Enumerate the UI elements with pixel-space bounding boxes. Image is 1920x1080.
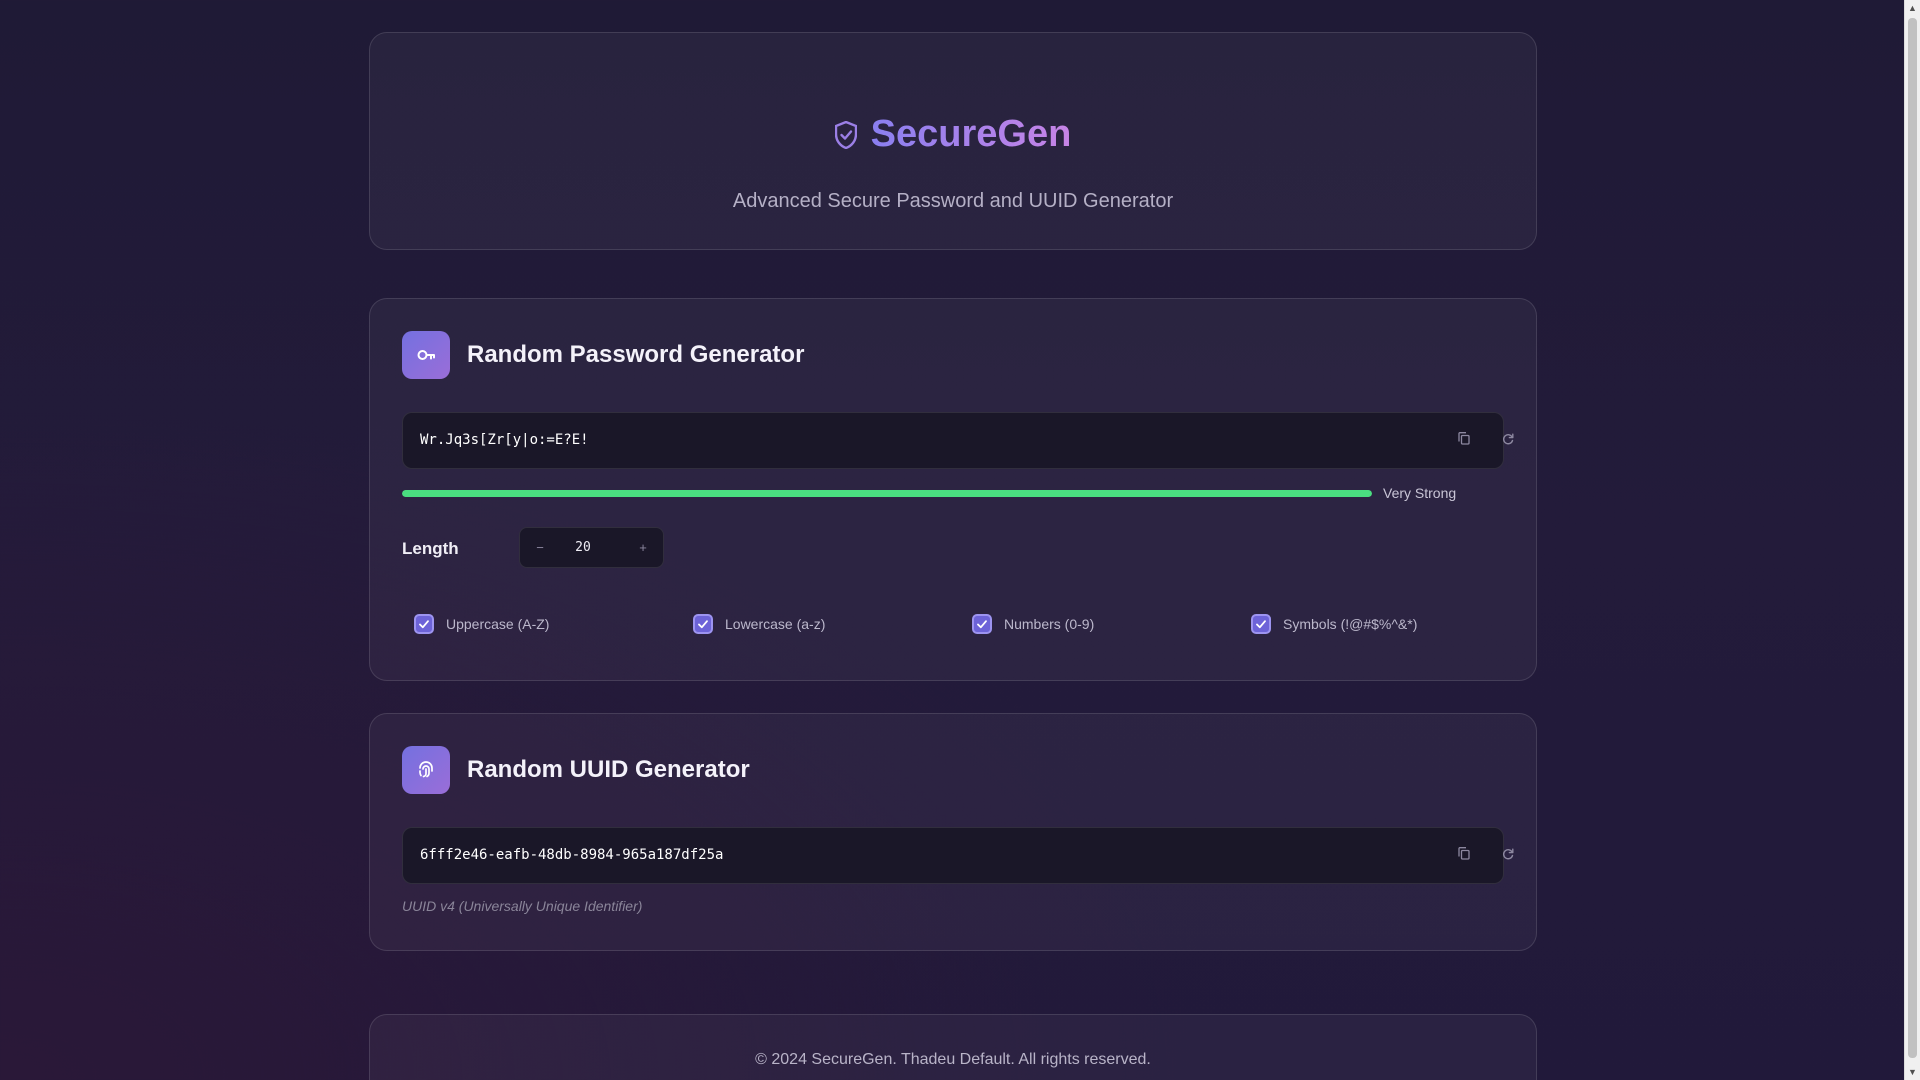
password-section-title: Random Password Generator — [467, 341, 805, 368]
strength-meter — [402, 490, 1372, 497]
vertical-scrollbar[interactable]: ▲ ▼ — [1904, 0, 1920, 1080]
option-numbers[interactable]: Numbers (0-9) — [972, 614, 1094, 634]
strength-meter-fill — [402, 490, 1372, 497]
option-symbols[interactable]: Symbols (!@#$%^&*) — [1251, 614, 1417, 634]
fingerprint-icon — [402, 746, 450, 794]
lowercase-checkbox[interactable] — [693, 614, 713, 634]
page: SecureGen Advanced Secure Password and U… — [0, 0, 1904, 1080]
uuid-value[interactable]: 6fff2e46-eafb-48db-8984-965a187df25a — [420, 847, 723, 863]
password-output[interactable]: Wr.Jq3s[Zr[y|o:=E?E! — [402, 412, 1514, 469]
copy-icon — [1458, 847, 1470, 865]
page-title: SecureGen — [870, 113, 1072, 155]
uuid-section-header: Random UUID Generator — [402, 746, 750, 794]
length-stepper: − 20 + — [519, 527, 664, 568]
lowercase-label: Lowercase (a-z) — [725, 616, 826, 632]
length-value[interactable]: 20 — [560, 540, 606, 555]
password-generator-card: Random Password Generator Wr.Jq3s[Zr[y|o… — [369, 298, 1537, 681]
decrease-length-button[interactable]: − — [522, 528, 558, 567]
key-icon — [402, 331, 450, 379]
copy-uuid-button[interactable] — [1453, 845, 1475, 867]
refresh-icon — [1502, 847, 1514, 865]
brand: SecureGen — [370, 113, 1536, 156]
uuid-note: UUID v4 (Universally Unique Identifier) — [402, 898, 643, 914]
uuid-generator-card: Random UUID Generator 6fff2e46-eafb-48db… — [369, 713, 1537, 951]
copy-password-button[interactable] — [1453, 430, 1475, 452]
copy-icon — [1458, 432, 1470, 450]
header-card: SecureGen Advanced Secure Password and U… — [369, 32, 1537, 250]
uppercase-label: Uppercase (A-Z) — [446, 616, 550, 632]
password-value[interactable]: Wr.Jq3s[Zr[y|o:=E?E! — [420, 432, 589, 448]
uuid-output[interactable]: 6fff2e46-eafb-48db-8984-965a187df25a — [402, 827, 1514, 884]
regenerate-password-button[interactable] — [1497, 430, 1519, 452]
symbols-label: Symbols (!@#$%^&*) — [1283, 616, 1418, 632]
footer-card: © 2024 SecureGen. Thadeu Default. All ri… — [369, 1014, 1537, 1080]
numbers-checkbox[interactable] — [972, 614, 992, 634]
refresh-icon — [1502, 432, 1514, 450]
increase-length-button[interactable]: + — [625, 528, 661, 567]
option-uppercase[interactable]: Uppercase (A-Z) — [414, 614, 549, 634]
uuid-section-title: Random UUID Generator — [467, 756, 750, 783]
uppercase-checkbox[interactable] — [414, 614, 434, 634]
scroll-down-arrow-icon[interactable]: ▼ — [1905, 1064, 1920, 1080]
shield-icon — [834, 118, 857, 152]
strength-label: Very Strong — [1383, 485, 1457, 501]
character-options: Uppercase (A-Z) Lowercase (a-z) Numbers … — [414, 614, 1514, 636]
option-lowercase[interactable]: Lowercase (a-z) — [693, 614, 825, 634]
password-section-header: Random Password Generator — [402, 331, 804, 379]
regenerate-uuid-button[interactable] — [1497, 845, 1519, 867]
numbers-label: Numbers (0-9) — [1004, 616, 1095, 632]
scrollbar-thumb[interactable] — [1908, 18, 1917, 1058]
symbols-checkbox[interactable] — [1251, 614, 1271, 634]
length-label: Length — [402, 539, 459, 558]
page-subtitle: Advanced Secure Password and UUID Genera… — [732, 190, 1174, 212]
footer-text: © 2024 SecureGen. Thadeu Default. All ri… — [755, 1051, 1151, 1068]
scroll-up-arrow-icon[interactable]: ▲ — [1905, 0, 1920, 16]
